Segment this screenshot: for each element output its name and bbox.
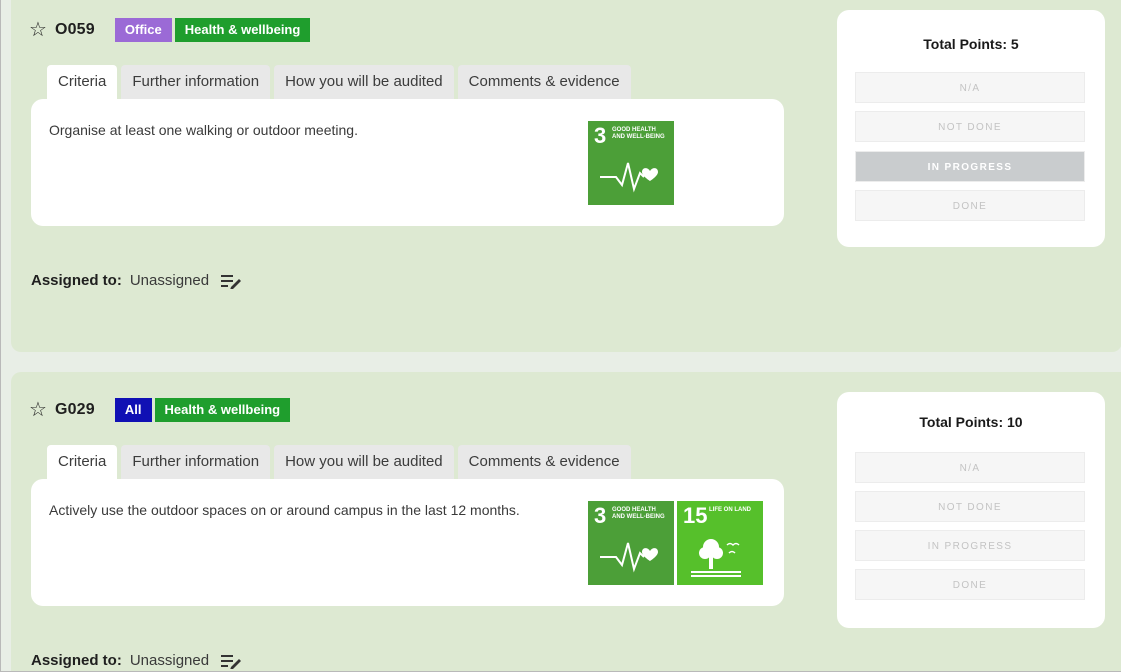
tag-health: Health & wellbeing — [174, 18, 311, 42]
task-tabs: Criteria Further information How you wil… — [47, 445, 635, 479]
star-icon[interactable]: ☆ — [29, 400, 47, 420]
total-points: Total Points: 5 — [923, 36, 1019, 52]
task-header: ☆ G029 All Health & wellbeing — [29, 398, 293, 422]
tab-comments-evidence[interactable]: Comments & evidence — [457, 65, 631, 99]
tag-health: Health & wellbeing — [154, 398, 291, 422]
task-tabs: Criteria Further information How you wil… — [47, 65, 635, 99]
option-in-progress[interactable]: IN PROGRESS — [855, 530, 1085, 561]
task-card: ☆ G029 All Health & wellbeing Criteria F… — [11, 372, 1121, 671]
sdg-15-badge: 15 LIFE ON LAND — [677, 501, 763, 585]
criteria-text: Organise at least one walking or outdoor… — [49, 122, 358, 138]
assigned-value: Unassigned — [129, 652, 210, 669]
heartbeat-icon — [600, 542, 658, 573]
tree-icon — [691, 539, 741, 577]
assignee-row: Assigned to: Unassigned — [31, 652, 243, 669]
task-code: O059 — [54, 21, 95, 38]
tag-office: Office — [114, 18, 172, 42]
criteria-panel: Actively use the outdoor spaces on or ar… — [31, 479, 784, 606]
task-list: ☆ O059 Office Health & wellbeing Criteri… — [0, 0, 1121, 672]
option-na[interactable]: N/A — [855, 452, 1085, 483]
option-not-done[interactable]: NOT DONE — [855, 111, 1085, 142]
tab-criteria[interactable]: Criteria — [47, 445, 118, 479]
edit-list-icon[interactable] — [221, 653, 243, 669]
total-points: Total Points: 10 — [919, 414, 1023, 430]
task-header: ☆ O059 Office Health & wellbeing — [29, 18, 313, 42]
tab-further-information[interactable]: Further information — [121, 445, 271, 479]
tab-criteria[interactable]: Criteria — [47, 65, 118, 99]
tag-all: All — [114, 398, 152, 422]
heartbeat-icon — [600, 162, 658, 193]
assigned-label: Assigned to: — [31, 272, 122, 289]
points-panel: Total Points: 5 N/A NOT DONE IN PROGRESS… — [837, 10, 1105, 247]
tab-comments-evidence[interactable]: Comments & evidence — [457, 445, 631, 479]
sdg-3-badge: 3 GOOD HEALTH AND WELL-BEING — [588, 501, 674, 585]
option-not-done[interactable]: NOT DONE — [855, 491, 1085, 522]
option-in-progress[interactable]: IN PROGRESS — [855, 151, 1085, 182]
assigned-value: Unassigned — [129, 272, 210, 289]
edit-list-icon[interactable] — [221, 273, 243, 289]
criteria-panel: Organise at least one walking or outdoor… — [31, 99, 784, 226]
star-icon[interactable]: ☆ — [29, 20, 47, 40]
option-done[interactable]: DONE — [855, 190, 1085, 221]
task-card: ☆ O059 Office Health & wellbeing Criteri… — [11, 0, 1121, 352]
points-panel: Total Points: 10 N/A NOT DONE IN PROGRES… — [837, 392, 1105, 628]
criteria-text: Actively use the outdoor spaces on or ar… — [49, 502, 520, 518]
tab-how-audited[interactable]: How you will be audited — [274, 445, 454, 479]
option-na[interactable]: N/A — [855, 72, 1085, 103]
tab-how-audited[interactable]: How you will be audited — [274, 65, 454, 99]
assigned-label: Assigned to: — [31, 652, 122, 669]
tab-further-information[interactable]: Further information — [121, 65, 271, 99]
task-code: G029 — [54, 401, 95, 418]
assignee-row: Assigned to: Unassigned — [31, 272, 243, 289]
option-done[interactable]: DONE — [855, 569, 1085, 600]
sdg-3-badge: 3 GOOD HEALTH AND WELL-BEING — [588, 121, 674, 205]
